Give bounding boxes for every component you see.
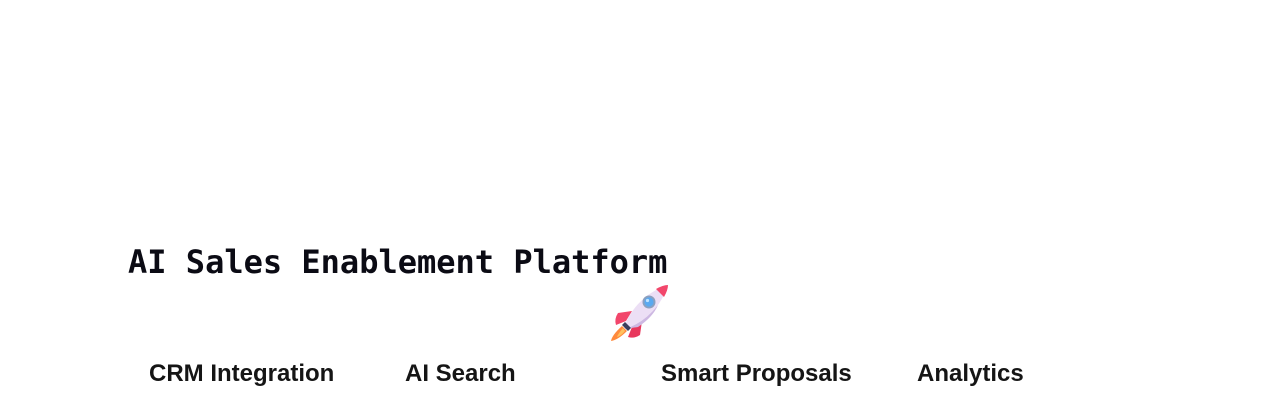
rocket-icon (608, 281, 672, 345)
page-title: AI Sales Enablement Platform (128, 243, 668, 281)
feature-ai-search[interactable]: AI Search (405, 358, 516, 390)
feature-list: CRM Integration AI Search Smart Proposal… (0, 358, 1280, 390)
feature-crm-integration[interactable]: CRM Integration (149, 358, 334, 390)
page: AI Sales Enablement Platform CRM Integra… (0, 0, 1280, 400)
feature-smart-proposals[interactable]: Smart Proposals (661, 358, 852, 390)
feature-analytics[interactable]: Analytics (917, 358, 1024, 390)
